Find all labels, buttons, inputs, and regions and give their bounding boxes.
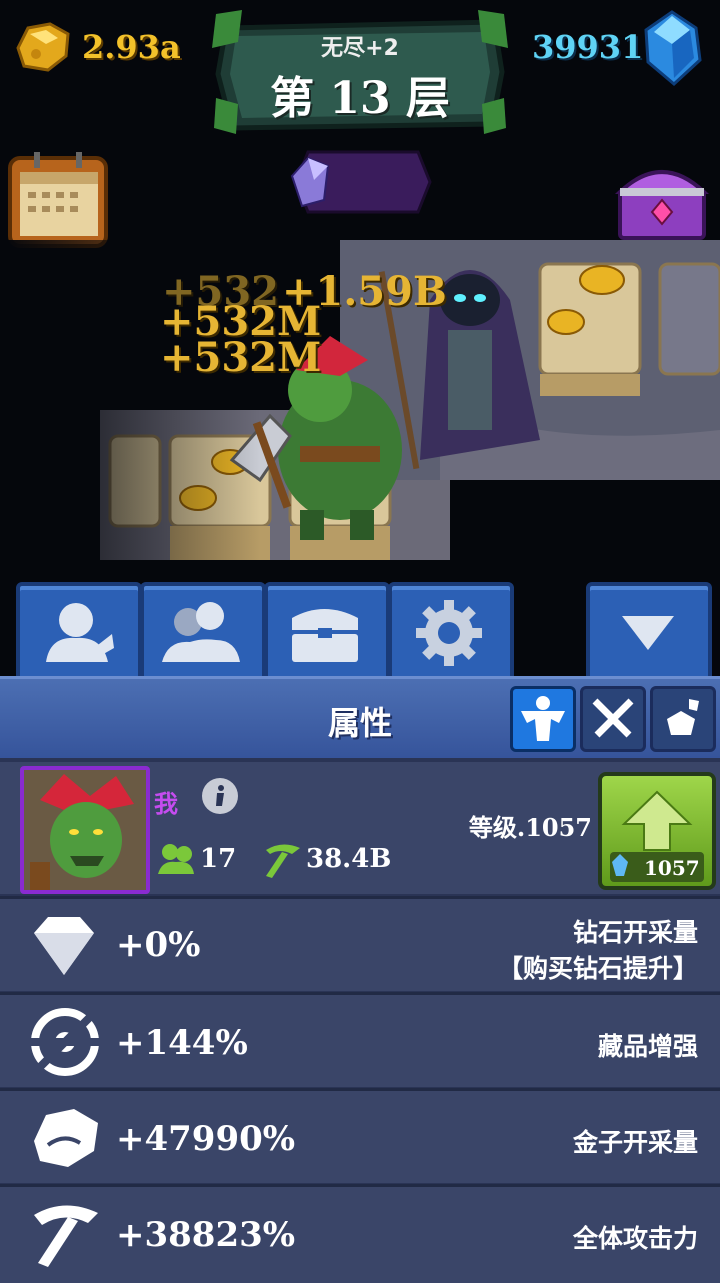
gold-nugget-icon	[16, 22, 70, 72]
hero-tab[interactable]	[16, 582, 142, 684]
floor-label: 第 13 层	[270, 73, 450, 124]
gold-nugget-icon	[34, 1109, 98, 1167]
party-tab[interactable]	[140, 582, 266, 684]
stat-row-diamond: +0% 钻石开采量 【购买钻石提升】	[0, 896, 720, 991]
info-button[interactable]	[202, 778, 238, 814]
strength-icon	[521, 696, 565, 741]
stat-row-gold: +47990% 金子开采量	[0, 1088, 720, 1183]
gold-amount: 2.93a	[82, 28, 181, 66]
stat-row-collection: +144% 藏品增强	[0, 992, 720, 1087]
stat-value: +144%	[116, 1023, 248, 1063]
blue-gem-icon	[644, 10, 702, 86]
stat-label: 金子开采量	[572, 1128, 698, 1157]
stat-sublabel: 【购买钻石提升】	[497, 954, 698, 983]
mining-pickaxe-icon	[266, 844, 300, 878]
mining-power: 38.4B	[306, 844, 392, 874]
target-icon	[30, 1008, 100, 1076]
info-icon	[216, 785, 224, 806]
stat-value: +47990%	[116, 1119, 296, 1159]
stat-value: +0%	[116, 925, 201, 965]
gear-icon	[416, 600, 482, 666]
damage-number: +1.59B	[282, 268, 447, 315]
collapse-tab[interactable]	[586, 582, 712, 684]
chest-icon	[292, 609, 358, 662]
stat-label: 钻石开采量	[572, 918, 698, 947]
stat-row-attack: +38823% 全体攻击力	[0, 1184, 720, 1283]
mode-label: 无尽+2	[321, 36, 399, 61]
rocks-subtab[interactable]	[650, 686, 716, 752]
person-icon	[46, 603, 114, 662]
rocks-icon	[667, 699, 699, 735]
crystal-progress-icon[interactable]	[288, 146, 432, 218]
stat-label: 全体攻击力	[572, 1224, 698, 1253]
damage-number: +532M	[160, 334, 322, 381]
triangle-down-icon	[622, 616, 674, 650]
swords-icon	[592, 698, 634, 738]
hero-portrait[interactable]	[20, 766, 150, 894]
treasure-chest-button[interactable]	[612, 158, 712, 242]
stat-label: 藏品增强	[597, 1032, 698, 1061]
strength-subtab[interactable]	[510, 686, 576, 752]
swords-subtab[interactable]	[580, 686, 646, 752]
settings-tab[interactable]	[388, 582, 514, 684]
group-icon	[162, 602, 240, 662]
stat-value: +38823%	[116, 1215, 296, 1255]
chest-tab[interactable]	[264, 582, 390, 684]
gem-amount: 39931	[532, 28, 644, 66]
daily-calendar-button[interactable]	[6, 150, 110, 250]
hero-name: 我	[154, 790, 178, 818]
level-label: 等级.1057	[468, 813, 592, 842]
pickaxe-icon	[34, 1205, 98, 1267]
allies-count: 17	[200, 844, 237, 874]
upgrade-cost: 1057	[644, 856, 700, 880]
diamond-icon	[34, 917, 94, 975]
allies-icon	[158, 844, 194, 874]
upgrade-button[interactable]: 1057	[598, 772, 716, 890]
